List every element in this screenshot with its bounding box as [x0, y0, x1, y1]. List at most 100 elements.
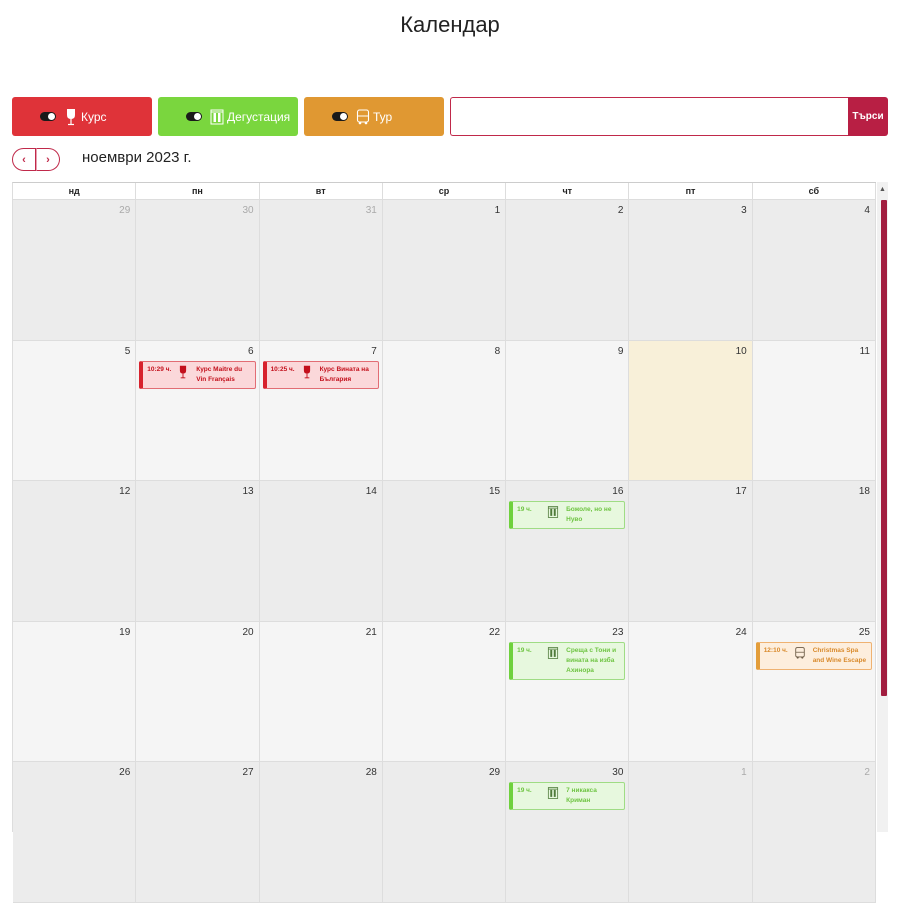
wine-bottles-icon — [210, 109, 224, 124]
day-number[interactable]: 10 — [736, 346, 747, 357]
toggle-switch[interactable] — [332, 112, 348, 121]
day-cell[interactable]: 4 — [752, 200, 876, 341]
day-cell[interactable]: 30 19 ч. 7 никакса Криман — [506, 762, 630, 903]
day-cell[interactable]: 3 — [629, 200, 753, 341]
search-button[interactable]: Търси — [848, 97, 888, 136]
toggle-switch[interactable] — [40, 112, 56, 121]
day-number[interactable]: 16 — [612, 486, 623, 497]
day-cell[interactable]: 1 — [629, 762, 753, 903]
day-cell[interactable]: 29 — [382, 762, 507, 903]
day-number[interactable]: 28 — [366, 767, 377, 778]
day-cell[interactable]: 24 — [629, 621, 753, 762]
calendar-event[interactable]: 12:10 ч. Christmas Spa and Wine Escape — [755, 641, 872, 670]
scroll-thumb[interactable] — [881, 200, 887, 696]
day-number[interactable]: 1 — [741, 767, 747, 778]
next-month-button[interactable]: › — [36, 148, 60, 171]
calendar-event[interactable]: 19 ч. Среща с Тони и вината на изба Ахино… — [509, 641, 626, 680]
day-cell[interactable]: 23 19 ч. Среща с Тони и вината на изба Ахи… — [506, 621, 630, 762]
day-number[interactable]: 30 — [612, 767, 623, 778]
day-cell[interactable]: 27 — [136, 762, 260, 903]
bus-icon — [794, 646, 805, 659]
month-navigation: ‹ › — [12, 148, 60, 171]
day-cell[interactable]: 6 10:29 ч. Курс Maitre du Vin Français — [136, 340, 260, 481]
day-cell[interactable]: 2 — [752, 762, 876, 903]
day-cell[interactable]: 22 — [382, 621, 507, 762]
day-number[interactable]: 24 — [736, 627, 747, 638]
day-number[interactable]: 11 — [860, 346, 870, 357]
day-number[interactable]: 29 — [119, 205, 130, 216]
day-cell[interactable]: 19 — [13, 621, 137, 762]
day-cell[interactable]: 11 — [752, 340, 876, 481]
day-cell[interactable]: 7 10:25 ч. Курс Вината на България — [259, 340, 383, 481]
day-cell[interactable]: 31 — [259, 200, 383, 341]
day-cell[interactable]: 10 — [629, 340, 753, 481]
day-number[interactable]: 2 — [864, 767, 870, 778]
day-cell[interactable]: 9 — [506, 340, 630, 481]
day-cell[interactable]: 25 12:10 ч. Christmas Spa and Wine Escape — [752, 621, 876, 762]
day-number[interactable]: 4 — [864, 205, 870, 216]
calendar-event[interactable]: 10:25 ч. Курс Вината на България — [262, 360, 379, 389]
day-cell[interactable]: 2 — [506, 200, 630, 341]
day-number[interactable]: 26 — [119, 767, 130, 778]
day-number[interactable]: 23 — [612, 627, 623, 638]
day-number[interactable]: 20 — [242, 627, 253, 638]
day-cell[interactable]: 17 — [629, 481, 753, 622]
day-number[interactable]: 22 — [489, 627, 500, 638]
day-number[interactable]: 29 — [489, 767, 500, 778]
day-cell[interactable]: 15 — [382, 481, 507, 622]
toggle-switch[interactable] — [186, 112, 202, 121]
filter-button-2[interactable]: Дегустация — [158, 97, 298, 136]
calendar-event[interactable]: 19 ч. Божоле, но не Нуво — [509, 501, 626, 529]
day-cell[interactable]: 18 — [752, 481, 876, 622]
day-number[interactable]: 8 — [495, 346, 501, 357]
prev-month-button[interactable]: ‹ — [12, 148, 36, 171]
scroll-up-arrow-icon[interactable]: ▲ — [877, 182, 888, 198]
day-number[interactable]: 5 — [125, 346, 131, 357]
filter-label: Дегустация — [227, 109, 291, 124]
day-number[interactable]: 18 — [859, 486, 870, 497]
calendar-event[interactable]: 10:29 ч. Курс Maitre du Vin Français — [139, 360, 256, 389]
day-number[interactable]: 9 — [618, 346, 624, 357]
day-number[interactable]: 15 — [489, 486, 500, 497]
day-number[interactable]: 13 — [242, 486, 253, 497]
day-cell[interactable]: 28 — [259, 762, 383, 903]
day-number[interactable]: 21 — [366, 627, 377, 638]
day-cell[interactable]: 29 — [13, 200, 137, 341]
search-input[interactable] — [450, 97, 848, 136]
weekday-label: ср — [382, 183, 507, 200]
day-number[interactable]: 25 — [859, 627, 870, 638]
day-cell[interactable]: 14 — [259, 481, 383, 622]
filter-button-1[interactable]: Курс — [12, 97, 152, 136]
weekday-label: пн — [136, 183, 260, 200]
filter-button-3[interactable]: Тур — [304, 97, 444, 136]
weekday-header: нд пн вт ср чт пт сб — [13, 183, 876, 200]
wine-glass-icon — [177, 365, 191, 379]
day-number[interactable]: 31 — [366, 205, 377, 216]
day-cell[interactable]: 5 — [13, 340, 137, 481]
day-number[interactable]: 3 — [741, 205, 747, 216]
day-number[interactable]: 1 — [495, 205, 501, 216]
day-number[interactable]: 6 — [248, 346, 254, 357]
day-cell[interactable]: 26 — [13, 762, 137, 903]
day-number[interactable]: 2 — [618, 205, 624, 216]
day-cell[interactable]: 20 — [136, 621, 260, 762]
day-cell[interactable]: 1 — [382, 200, 507, 341]
day-cell[interactable]: 30 — [136, 200, 260, 341]
day-number[interactable]: 17 — [736, 486, 747, 497]
day-number[interactable]: 12 — [119, 486, 130, 497]
day-cell[interactable]: 13 — [136, 481, 260, 622]
day-number[interactable]: 19 — [119, 627, 130, 638]
day-cell[interactable]: 12 — [13, 481, 137, 622]
wine-glass-icon — [301, 365, 315, 379]
day-number[interactable]: 14 — [366, 486, 377, 497]
day-number[interactable]: 27 — [242, 767, 253, 778]
day-cell[interactable]: 16 19 ч. Божоле, но не Нуво — [506, 481, 630, 622]
calendar-scrollbar[interactable]: ▲ — [877, 182, 888, 832]
day-number[interactable]: 7 — [371, 346, 377, 357]
wine-bottles-icon — [548, 506, 559, 518]
day-cell[interactable]: 21 — [259, 621, 383, 762]
day-cell[interactable]: 8 — [382, 340, 507, 481]
day-number[interactable]: 30 — [242, 205, 253, 216]
weekday-label: нд — [13, 183, 137, 200]
calendar-event[interactable]: 19 ч. 7 никакса Криман — [509, 782, 626, 810]
